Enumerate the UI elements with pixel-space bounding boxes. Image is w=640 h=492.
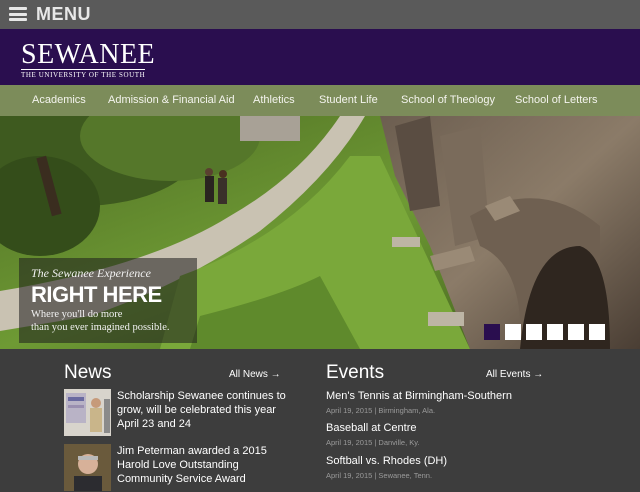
all-news-link[interactable]: All News → [229,369,281,380]
event-meta: April 19, 2015 | Sewanee, Tenn. [326,471,433,480]
slide-dot-4[interactable] [547,324,563,340]
event-item: Softball vs. Rhodes (DH) April 19, 2015 … [326,455,566,480]
event-item: Men's Tennis at Birmingham-Southern Apri… [326,390,566,415]
nav-school-of-letters[interactable]: School of Letters [515,94,598,106]
nav-academics[interactable]: Academics [32,94,86,106]
logo-wordmark: SEWANEE [21,39,156,70]
hero-caption: The Sewanee Experience RIGHT HERE Where … [19,258,197,343]
news-item: Jim Peterman awarded a 2015 Harold Love … [64,444,284,492]
hero-kicker: The Sewanee Experience [31,266,151,280]
slide-pager [484,324,605,340]
news-heading: News [64,362,112,383]
top-bar: MENU [0,0,640,29]
news-thumbnail[interactable] [64,389,111,436]
brand-bar: SEWANEE THE UNIVERSITY OF THE SOUTH [0,29,640,85]
menu-label: MENU [36,3,91,24]
event-meta: April 19, 2015 | Danville, Ky. [326,438,420,447]
news-thumbnail[interactable] [64,444,111,491]
slide-dot-1[interactable] [484,324,500,340]
nav-admission[interactable]: Admission & Financial Aid [108,94,235,106]
slide-dot-2[interactable] [505,324,521,340]
hero-title: RIGHT HERE [31,282,162,307]
main-nav: Academics Admission & Financial Aid Athl… [0,85,640,116]
event-title[interactable]: Softball vs. Rhodes (DH) [326,455,566,467]
event-item: Baseball at Centre April 19, 2015 | Danv… [326,422,566,447]
hero-body-line1: Where you'll do more [31,309,123,320]
nav-school-of-theology[interactable]: School of Theology [401,94,495,106]
hero-slider: The Sewanee Experience RIGHT HERE Where … [0,116,640,349]
all-events-link[interactable]: All Events → [486,369,543,380]
slide-dot-5[interactable] [568,324,584,340]
menu-button[interactable]: MENU [9,3,91,25]
hero-body-line2: than you ever imagined possible. [31,322,170,333]
news-link[interactable]: Scholarship Sewanee continues to grow, w… [117,389,287,431]
events-heading: Events [326,362,385,383]
slide-dot-3[interactable] [526,324,542,340]
sewanee-logo[interactable]: SEWANEE THE UNIVERSITY OF THE SOUTH [21,39,156,79]
nav-athletics[interactable]: Athletics [253,94,295,106]
event-title[interactable]: Baseball at Centre [326,422,566,434]
logo-subtitle: THE UNIVERSITY OF THE SOUTH [21,71,146,79]
news-item: Scholarship Sewanee continues to grow, w… [64,389,287,437]
event-title[interactable]: Men's Tennis at Birmingham-Southern [326,390,566,402]
event-meta: April 19, 2015 | Birmingham, Ala. [326,406,436,415]
hamburger-icon [9,7,27,21]
nav-student-life[interactable]: Student Life [319,94,378,106]
slide-dot-6[interactable] [589,324,605,340]
